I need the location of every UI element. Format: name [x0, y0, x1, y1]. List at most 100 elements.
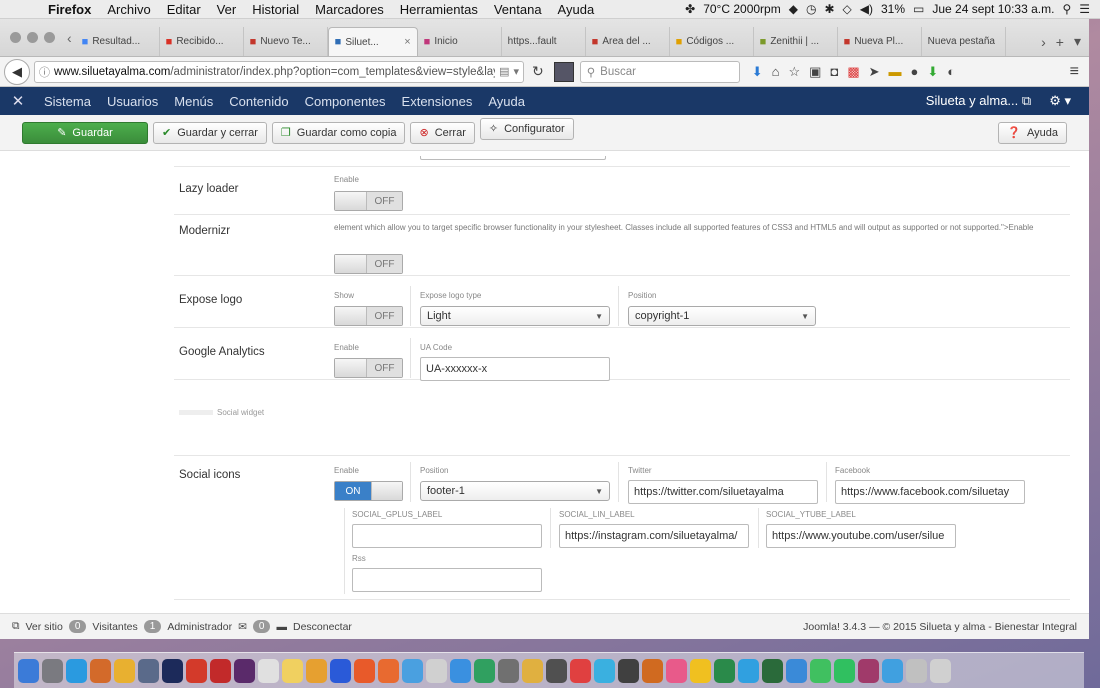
clock[interactable]: Jue 24 sept 10:33 a.m. — [932, 2, 1054, 16]
temp-readout[interactable]: 70°C 2000rpm — [703, 2, 781, 16]
close-button[interactable]: ⊗ Cerrar — [410, 121, 475, 144]
notification-center-icon[interactable]: ☰ — [1079, 2, 1090, 16]
menu-historial[interactable]: Historial — [244, 2, 307, 17]
url-dropdown-icon[interactable]: ▾ — [513, 65, 519, 78]
jmenu-menus[interactable]: Menús — [166, 94, 221, 109]
jmenu-usuarios[interactable]: Usuarios — [99, 94, 166, 109]
modernizr-toggle[interactable]: OFF — [334, 254, 403, 274]
tab-4[interactable]: ■ Inicio — [418, 27, 502, 56]
extension-green-icon[interactable]: ⬇ — [927, 64, 938, 80]
tab-list-dropdown-icon[interactable]: ▾ — [1074, 33, 1081, 50]
tab-3[interactable]: ■ Siluet... × — [327, 27, 418, 56]
back-button[interactable]: ◀ — [4, 58, 30, 85]
gplus-input[interactable] — [352, 524, 542, 548]
tab-0[interactable]: ■ Resultad... — [76, 27, 160, 56]
dock-app-icon[interactable] — [570, 658, 591, 683]
dock-app-icon[interactable] — [90, 658, 111, 683]
dock-app-icon[interactable] — [210, 658, 231, 683]
dock-app-icon[interactable] — [186, 658, 207, 683]
menu-ayuda[interactable]: Ayuda — [550, 2, 603, 17]
dock-app-icon[interactable] — [426, 658, 447, 683]
chat-icon[interactable]: ● — [911, 64, 919, 79]
url-bar[interactable]: ⓘ www.siluetayalma.com/administrator/ind… — [34, 60, 524, 83]
download-icon[interactable]: ⬇ — [752, 64, 763, 80]
dock-app-icon[interactable] — [162, 658, 183, 683]
volume-icon[interactable]: ◀) — [860, 2, 873, 16]
close-tab-icon[interactable]: × — [404, 36, 410, 48]
tab-scroll-right-icon[interactable]: › — [1041, 34, 1046, 50]
tab-1[interactable]: ■ Recibido... — [160, 27, 244, 56]
extension-gray-icon[interactable]: ◐ — [947, 64, 955, 79]
time-machine-icon[interactable]: ◷ — [806, 2, 816, 16]
social-icons-toggle[interactable]: ON — [334, 481, 403, 501]
jmenu-extensiones[interactable]: Extensiones — [394, 94, 481, 109]
fan-icon[interactable]: ✤ — [685, 2, 695, 16]
dock-app-icon[interactable] — [546, 658, 567, 683]
spotlight-icon[interactable]: ⚲ — [1062, 2, 1071, 16]
home-icon[interactable]: ⌂ — [772, 64, 780, 79]
dock-app-icon[interactable] — [882, 658, 903, 683]
dock-app-icon[interactable] — [378, 658, 399, 683]
thumbnail-icon[interactable] — [553, 61, 574, 82]
tab-8[interactable]: ■ Zenithii | ... — [754, 27, 838, 56]
menu-ver[interactable]: Ver — [209, 2, 245, 17]
dock-app-icon[interactable] — [930, 658, 951, 683]
dock-app-icon[interactable] — [498, 658, 519, 683]
hamburger-menu-icon[interactable]: ≡ — [1070, 63, 1085, 81]
dock-app-icon[interactable] — [690, 658, 711, 683]
evernote-icon[interactable]: ◆ — [789, 2, 798, 16]
dock-app-icon[interactable] — [810, 658, 831, 683]
dock-app-icon[interactable] — [666, 658, 687, 683]
lin-input[interactable]: https://instagram.com/siluetayalma/ — [559, 524, 749, 548]
tab-10[interactable]: Nueva pestaña — [922, 27, 1006, 56]
dock-app-icon[interactable] — [42, 658, 63, 683]
tab-6[interactable]: ■ Área del ... — [586, 27, 670, 56]
dock-app-icon[interactable] — [618, 658, 639, 683]
search-bar[interactable]: ⚲ Buscar — [579, 60, 740, 83]
expose-logo-position-select[interactable]: copyright-1 ▼ — [628, 306, 816, 326]
menu-editar[interactable]: Editar — [159, 2, 209, 17]
dock-app-icon[interactable] — [858, 658, 879, 683]
site-link[interactable]: Silueta y alma... ⧉ — [926, 93, 1031, 109]
menu-ventana[interactable]: Ventana — [486, 2, 550, 17]
bookmark-star-icon[interactable]: ☆ — [789, 64, 801, 80]
wifi-icon[interactable]: ◇ — [843, 2, 852, 16]
dock-app-icon[interactable] — [18, 658, 39, 683]
ua-code-input[interactable]: UA-xxxxxx-x — [420, 357, 610, 381]
send-icon[interactable]: ➤ — [869, 64, 880, 80]
dock-app-icon[interactable] — [906, 658, 927, 683]
tab-2[interactable]: ■ Nuevo Te... — [244, 27, 328, 56]
expose-logo-toggle[interactable]: OFF — [334, 306, 403, 326]
minimize-window-button[interactable] — [27, 32, 38, 43]
settings-gear-icon[interactable]: ⚙ ▾ — [1049, 93, 1071, 109]
zoom-window-button[interactable] — [44, 32, 55, 43]
save-copy-button[interactable]: ❐ Guardar como copia — [271, 121, 406, 144]
save-button[interactable]: ✎ Guardar — [22, 121, 148, 144]
dock-app-icon[interactable] — [474, 658, 495, 683]
battery-percent[interactable]: 31% — [881, 2, 905, 16]
dock-app-icon[interactable] — [786, 658, 807, 683]
reader-view-icon[interactable]: ▤ — [499, 65, 509, 78]
menu-herramientas[interactable]: Herramientas — [392, 2, 486, 17]
logout-link[interactable]: Desconectar — [293, 621, 352, 633]
close-window-button[interactable] — [10, 32, 21, 43]
tab-scroll-left-icon[interactable]: ‹ — [63, 30, 76, 46]
menu-firefox[interactable]: Firefox — [40, 2, 99, 17]
help-button[interactable]: ❓ Ayuda — [998, 121, 1067, 144]
dock-app-icon[interactable] — [594, 658, 615, 683]
dock-app-icon[interactable] — [258, 658, 279, 683]
save-close-button[interactable]: ✔ Guardar y cerrar — [153, 121, 267, 144]
ytube-input[interactable]: https://www.youtube.com/user/silue — [766, 524, 956, 548]
dock-app-icon[interactable] — [114, 658, 135, 683]
dock-app-icon[interactable] — [714, 658, 735, 683]
extension-yellow-icon[interactable]: ▬ — [889, 64, 902, 79]
dock-app-icon[interactable] — [282, 658, 303, 683]
jmenu-sistema[interactable]: Sistema — [36, 94, 99, 109]
bookmarks-list-icon[interactable]: ▣ — [809, 64, 821, 80]
social-position-select[interactable]: footer-1 ▼ — [420, 481, 610, 501]
tab-5[interactable]: https...fault — [502, 27, 586, 56]
pocket-icon[interactable]: ◘ — [830, 64, 838, 79]
menu-archivo[interactable]: Archivo — [99, 2, 158, 17]
reload-icon[interactable]: ↻ — [528, 63, 548, 80]
jmenu-contenido[interactable]: Contenido — [221, 94, 296, 109]
